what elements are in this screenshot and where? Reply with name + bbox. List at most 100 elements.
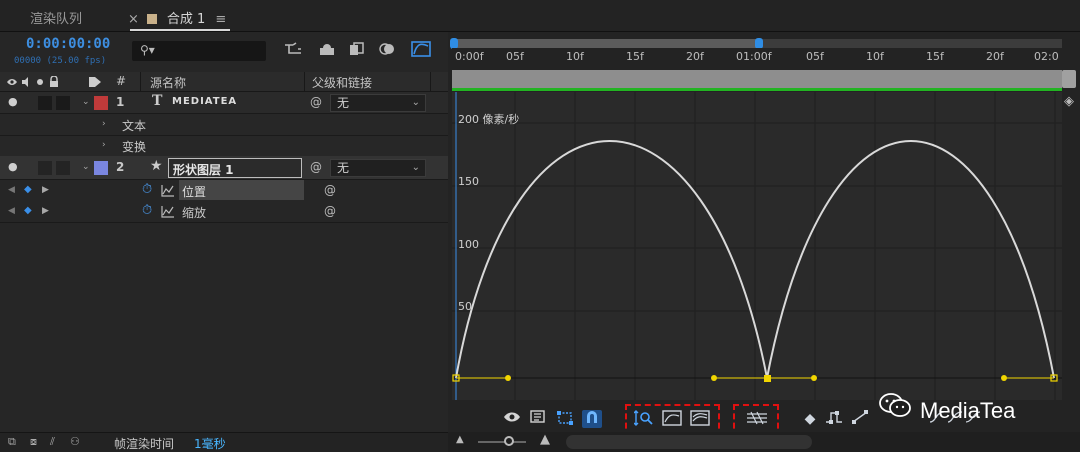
text-layer-icon: T bbox=[152, 93, 163, 109]
layer-name-edit-field[interactable]: 形状图层 1 bbox=[168, 158, 302, 178]
watermark: MediaTea bbox=[878, 392, 1015, 424]
zoom-in-icon[interactable]: ▲ bbox=[540, 432, 550, 447]
previous-keyframe-icon[interactable]: ◀ bbox=[8, 206, 15, 216]
stopwatch-icon[interactable]: ⏱ bbox=[142, 203, 152, 218]
layer-number: 1 bbox=[116, 95, 125, 109]
property-pick-whip-icon[interactable]: @ bbox=[324, 183, 336, 197]
keyframe-diamond-icon[interactable]: ◆ bbox=[24, 184, 32, 195]
watermark-text: MediaTea bbox=[920, 398, 1016, 423]
property-row[interactable]: ◀ ◆ ▶ ⏱ 缩放 @ bbox=[0, 201, 448, 223]
subgroup-label: 文本 bbox=[122, 119, 147, 133]
property-name[interactable]: 位置 bbox=[182, 183, 206, 200]
previous-keyframe-icon[interactable]: ◀ bbox=[8, 185, 15, 195]
keyframe-diamond-icon[interactable]: ◆ bbox=[24, 205, 32, 216]
graph-type-options-icon[interactable] bbox=[528, 410, 548, 428]
show-properties-eye-icon[interactable] bbox=[502, 410, 522, 428]
expand-chevron-icon[interactable]: › bbox=[102, 140, 106, 150]
ruler-tick-label: 15f bbox=[926, 50, 944, 63]
property-pick-whip-icon[interactable]: @ bbox=[324, 204, 336, 218]
ruler-tick-label: 10f bbox=[566, 50, 584, 63]
parent-select[interactable]: 无 ⌄ bbox=[330, 159, 426, 177]
stretch-toggle-icon[interactable]: ⚇ bbox=[70, 435, 80, 448]
frame-render-time-label: 帧渲染时间 bbox=[114, 437, 175, 451]
layer-search-input[interactable]: ⚲▾ bbox=[132, 41, 266, 61]
column-parent-link-header[interactable]: 父级和链接 bbox=[312, 74, 372, 91]
expand-chevron-icon[interactable]: ⌄ bbox=[82, 162, 90, 172]
transform-box-icon[interactable] bbox=[555, 410, 575, 428]
graph-include-icon[interactable] bbox=[161, 206, 174, 218]
layer-label-color[interactable] bbox=[94, 96, 108, 110]
speed-graph[interactable] bbox=[452, 92, 1062, 400]
in-out-toggle-icon[interactable]: ⫽ bbox=[50, 435, 55, 449]
tab-render-queue[interactable]: 渲染队列 bbox=[30, 8, 82, 27]
property-name[interactable]: 缩放 bbox=[182, 204, 206, 221]
layer-row[interactable]: ● ⌄ 1 T MEDIATEA @ 无 ⌄ bbox=[0, 92, 448, 114]
parent-pick-whip-icon[interactable]: @ bbox=[310, 160, 322, 174]
zoom-out-icon[interactable]: ▲ bbox=[456, 434, 464, 445]
solo-switch[interactable] bbox=[38, 96, 52, 110]
close-tab-icon[interactable]: × bbox=[128, 12, 139, 27]
hold-keyframe-icon[interactable] bbox=[824, 410, 844, 428]
lock-switch[interactable] bbox=[56, 96, 70, 110]
next-keyframe-icon[interactable]: ▶ bbox=[42, 206, 49, 216]
label-tag-icon bbox=[89, 77, 101, 87]
layer-subgroup-row[interactable]: › 变换 bbox=[0, 136, 448, 158]
visibility-eye-icon[interactable]: ● bbox=[8, 95, 18, 108]
layer-name[interactable]: MEDIATEA bbox=[172, 96, 237, 107]
lock-switch[interactable] bbox=[56, 161, 70, 175]
comp-switches-icon[interactable]: ⧉ bbox=[8, 435, 16, 449]
property-row[interactable]: ◀ ◆ ▶ ⏱ 位置 @ bbox=[0, 180, 448, 202]
time-navigator-range[interactable] bbox=[452, 39, 757, 48]
stopwatch-icon[interactable]: ⏱ bbox=[142, 182, 152, 197]
visibility-eye-icon[interactable]: ● bbox=[8, 160, 18, 173]
graph-snapshot-icon[interactable]: ◈ bbox=[1064, 94, 1074, 109]
next-keyframe-icon[interactable]: ▶ bbox=[42, 185, 49, 195]
parent-select[interactable]: 无 ⌄ bbox=[330, 94, 426, 112]
graph-editor-toggle-icon[interactable] bbox=[410, 41, 432, 61]
layer-name: 形状图层 1 bbox=[173, 163, 234, 177]
zoom-slider-handle[interactable] bbox=[504, 436, 514, 446]
frame-rate-readout: 00000 (25.00 fps) bbox=[14, 56, 107, 66]
linear-keyframe-icon[interactable] bbox=[850, 410, 870, 428]
expand-chevron-icon[interactable]: ⌄ bbox=[82, 97, 90, 107]
parent-pick-whip-icon[interactable]: @ bbox=[310, 95, 322, 109]
fit-selection-icon[interactable] bbox=[662, 410, 682, 428]
graph-include-icon[interactable] bbox=[161, 185, 174, 197]
column-source-name-header[interactable]: 源名称 bbox=[150, 74, 186, 91]
separate-dimensions-icon[interactable] bbox=[745, 410, 769, 428]
expand-chevron-icon[interactable]: › bbox=[102, 119, 106, 129]
work-area-bar[interactable] bbox=[452, 70, 1062, 88]
snap-magnet-icon[interactable] bbox=[582, 410, 602, 428]
chevron-down-icon: ⌄ bbox=[411, 97, 420, 108]
panel-menu-icon[interactable]: ≡ bbox=[215, 12, 226, 27]
parent-select-value: 无 bbox=[337, 96, 350, 110]
graph-y-tick-label: 50 bbox=[458, 300, 472, 313]
layer-label-color[interactable] bbox=[94, 161, 108, 175]
fit-all-graphs-icon[interactable] bbox=[690, 410, 710, 428]
zoom-slider-track[interactable] bbox=[478, 441, 526, 443]
motion-blur-icon[interactable] bbox=[376, 41, 398, 61]
frame-blending-icon[interactable] bbox=[346, 41, 368, 61]
auto-zoom-height-icon[interactable] bbox=[633, 410, 654, 428]
ruler-tick-label: 02:0 bbox=[1034, 50, 1059, 63]
active-tab-indicator bbox=[130, 29, 230, 31]
chevron-down-icon: ⌄ bbox=[411, 162, 420, 173]
vertical-zoom-handle[interactable] bbox=[1062, 70, 1076, 88]
layer-subgroup-row[interactable]: › 文本 bbox=[0, 114, 448, 136]
horizontal-scrollbar[interactable] bbox=[566, 435, 812, 449]
edit-keyframe-diamond-icon[interactable]: ◆ bbox=[800, 410, 820, 428]
composition-flowchart-icon[interactable] bbox=[282, 41, 304, 61]
graph-y-tick-label: 150 bbox=[458, 175, 479, 188]
current-time-display[interactable]: 0:00:00:00 bbox=[26, 36, 110, 52]
ruler-tick-label: 10f bbox=[866, 50, 884, 63]
layer-row-selected[interactable]: ● ⌄ 2 ★ 形状图层 1 @ 无 ⌄ bbox=[0, 156, 448, 180]
layer-number: 2 bbox=[116, 160, 125, 174]
shy-layers-icon[interactable] bbox=[316, 41, 338, 61]
tab-composition[interactable]: × 合成 1 ≡ bbox=[128, 8, 226, 27]
search-icon: ⚲▾ bbox=[140, 43, 155, 57]
solo-switch[interactable] bbox=[38, 161, 52, 175]
shape-layer-star-icon: ★ bbox=[150, 158, 163, 174]
timeline-zoom-bar: ▲ ▲ bbox=[448, 432, 1080, 452]
timeline-footer: ⧉ ⧇ ⫽ ⚇ 帧渲染时间 1毫秒 bbox=[0, 432, 448, 452]
modes-toggle-icon[interactable]: ⧇ bbox=[30, 435, 37, 449]
